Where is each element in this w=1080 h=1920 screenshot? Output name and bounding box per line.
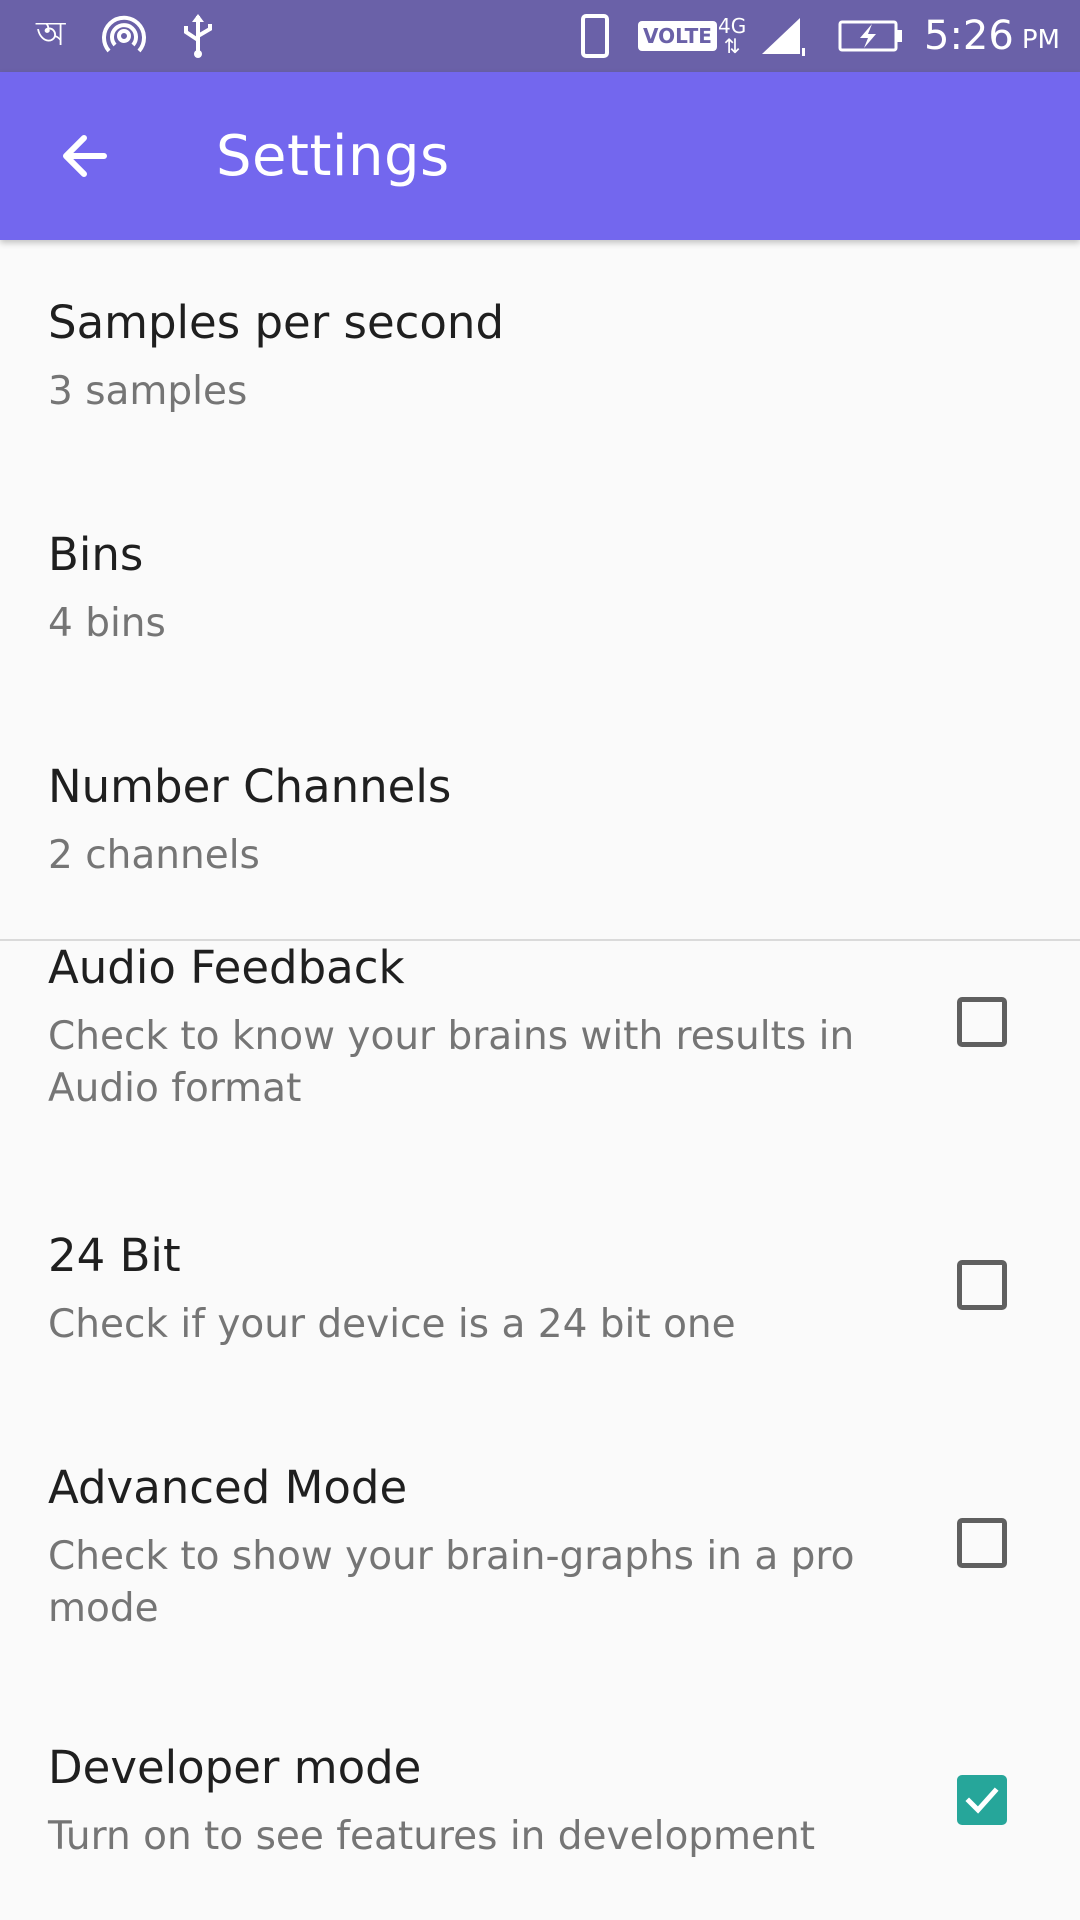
- pref-summary: Check to know your brains with results i…: [48, 1014, 855, 1111]
- pref-bins[interactable]: Bins 4 bins: [0, 472, 1080, 704]
- pref-summary: 3 samples: [48, 369, 248, 414]
- usb-icon: [178, 0, 218, 72]
- network-type: 4G ⇅: [718, 0, 746, 72]
- pref-title: Developer mode: [48, 1741, 422, 1794]
- volte-text: VOLTE: [638, 21, 717, 51]
- battery-charging-icon: [838, 0, 904, 72]
- page-title: Settings: [216, 123, 450, 189]
- pref-title: 24 Bit: [48, 1229, 181, 1282]
- language-glyph: অ: [36, 13, 66, 54]
- pref-title: Audio Feedback: [48, 941, 405, 994]
- developer-mode-checkbox[interactable]: [957, 1775, 1007, 1825]
- pref-summary: 2 channels: [48, 833, 260, 878]
- pref-summary: 4 bins: [48, 601, 166, 646]
- check-icon: [965, 1787, 999, 1814]
- pref-24-bit[interactable]: 24 Bit Check if your device is a 24 bit …: [0, 1201, 1080, 1461]
- advanced-mode-checkbox[interactable]: [957, 1518, 1007, 1568]
- pref-title: Advanced Mode: [48, 1461, 408, 1514]
- network-label: 4G: [718, 14, 747, 38]
- back-button[interactable]: [36, 108, 132, 204]
- pref-title: Samples per second: [48, 296, 505, 349]
- pref-title: Number Channels: [48, 760, 452, 813]
- 24-bit-checkbox[interactable]: [957, 1260, 1007, 1310]
- pref-summary: Turn on to see features in development: [48, 1814, 816, 1859]
- clock: 5:26 PM: [924, 0, 1060, 72]
- pref-developer-mode[interactable]: Developer mode Turn on to see features i…: [0, 1721, 1080, 1920]
- data-arrows-icon: ⇅: [723, 34, 741, 58]
- pref-samples-per-second[interactable]: Samples per second 3 samples: [0, 240, 1080, 472]
- app-toolbar: Settings: [0, 72, 1080, 240]
- signal-icon: [758, 0, 808, 72]
- pref-number-channels[interactable]: Number Channels 2 channels: [0, 704, 1080, 938]
- pref-title: Bins: [48, 528, 144, 581]
- pref-advanced-mode[interactable]: Advanced Mode Check to show your brain-g…: [0, 1461, 1080, 1721]
- arrow-back-icon: [63, 135, 107, 177]
- pref-summary: Check to show your brain-graphs in a pro…: [48, 1534, 855, 1631]
- phone-icon: [580, 0, 610, 72]
- clock-time: 5:26: [924, 13, 1014, 59]
- clock-ampm: PM: [1021, 25, 1060, 55]
- volte-badge: VOLTE: [638, 0, 717, 72]
- hotspot-icon: [100, 0, 148, 72]
- status-bar: অ VOLTE 4G ⇅ 5:26 PM: [0, 0, 1080, 72]
- pref-audio-feedback[interactable]: Audio Feedback Check to know your brains…: [0, 941, 1080, 1201]
- pref-summary: Check if your device is a 24 bit one: [48, 1302, 736, 1347]
- audio-feedback-checkbox[interactable]: [957, 997, 1007, 1047]
